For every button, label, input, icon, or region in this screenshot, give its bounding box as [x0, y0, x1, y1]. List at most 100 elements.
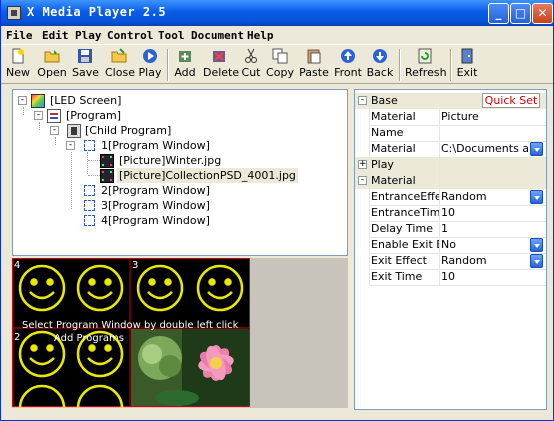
- menu-file[interactable]: File: [6, 29, 33, 42]
- copy-button[interactable]: Copy: [266, 47, 294, 83]
- menu-bar: File Edit Play Control Tool Document Hel…: [1, 26, 553, 44]
- up-arrow-icon: [341, 49, 355, 63]
- play-icon: [143, 49, 157, 63]
- app-window: X Media Player 2.5 _ □ ✕ File Edit Play …: [0, 0, 554, 421]
- program-window-icon: [84, 185, 95, 196]
- collapse-toggle[interactable]: -: [358, 176, 367, 185]
- close-doc-button[interactable]: Close: [105, 47, 135, 83]
- add-button[interactable]: Add: [172, 47, 198, 83]
- tree-line: [55, 137, 56, 145]
- prop-row[interactable]: Delay Time 1: [355, 221, 546, 237]
- delete-button[interactable]: Delete: [203, 47, 239, 83]
- save-button[interactable]: Save: [72, 47, 99, 83]
- row-divider: [369, 285, 546, 286]
- prop-row[interactable]: Enable Exit Eff No: [355, 237, 546, 253]
- led-preview-canvas[interactable]: 4 3 2 Select Program Window by double le…: [12, 258, 348, 408]
- maximize-button[interactable]: □: [510, 3, 531, 24]
- exit-door-icon: [461, 48, 473, 64]
- picture-film-icon: [100, 154, 114, 168]
- front-button[interactable]: Front: [334, 47, 362, 83]
- collapse-toggle[interactable]: -: [34, 111, 43, 120]
- preview-hint-line2: Add Programs: [54, 333, 124, 344]
- toolbar-separator: [167, 49, 169, 81]
- photo-collage: [131, 329, 249, 406]
- close-folder-icon: [111, 48, 127, 63]
- led-screen-icon: [31, 94, 45, 108]
- tree-line: [71, 152, 72, 209]
- indent-divider: [369, 109, 370, 286]
- preview-hint-line1: Select Program Window by double left cli…: [22, 320, 239, 331]
- child-program-icon: [67, 124, 81, 138]
- prop-row[interactable]: Name: [355, 125, 546, 141]
- expand-toggle[interactable]: +: [358, 160, 367, 169]
- category-play[interactable]: + Play: [355, 157, 546, 173]
- new-icon: [12, 48, 24, 64]
- prop-row[interactable]: Exit Effect Random: [355, 253, 546, 269]
- prop-row[interactable]: Material C:\Documents and S: [355, 141, 546, 157]
- paste-button[interactable]: Paste: [299, 47, 329, 83]
- prop-row[interactable]: EntranceEffect Random: [355, 189, 546, 205]
- menu-play[interactable]: Play: [75, 29, 102, 42]
- open-folder-icon: [44, 50, 60, 63]
- delete-icon: [213, 51, 225, 62]
- paste-icon: [307, 49, 321, 64]
- toolbar: New Open Save Close Play Add Delete Cut …: [1, 44, 553, 84]
- cut-button[interactable]: Cut: [241, 47, 261, 83]
- tree-line: [23, 107, 24, 115]
- program-tree[interactable]: - [LED Screen] - [Program] - [Child Prog…: [12, 89, 348, 256]
- menu-control[interactable]: Control: [107, 29, 153, 42]
- property-panel: - Base Quick Set Material Picture Name M…: [354, 89, 547, 410]
- menu-document[interactable]: Document: [191, 29, 244, 42]
- tree-line: [87, 152, 88, 174]
- play-button[interactable]: Play: [138, 47, 162, 83]
- down-arrow-icon: [373, 49, 387, 63]
- window-number-3: 3: [132, 260, 138, 271]
- program-window-icon: [84, 200, 95, 211]
- app-icon: [7, 6, 21, 20]
- window-title: X Media Player 2.5: [27, 5, 167, 19]
- back-button[interactable]: Back: [366, 47, 394, 83]
- toolbar-separator: [450, 49, 452, 81]
- menu-tool[interactable]: Tool: [158, 29, 185, 42]
- minimize-button[interactable]: _: [488, 3, 509, 24]
- tree-line: [88, 160, 100, 161]
- category-material[interactable]: - Material: [355, 173, 546, 189]
- new-button[interactable]: New: [4, 47, 32, 83]
- category-base[interactable]: - Base Quick Set: [355, 93, 546, 109]
- title-bar[interactable]: X Media Player 2.5 _ □ ✕: [1, 0, 553, 26]
- save-disk-icon: [78, 49, 92, 63]
- prop-row[interactable]: Material Picture: [355, 109, 546, 125]
- collapse-toggle[interactable]: -: [66, 141, 75, 150]
- program-window-icon: [84, 215, 95, 226]
- collapse-toggle[interactable]: -: [18, 96, 27, 105]
- add-icon: [179, 51, 191, 62]
- column-divider: [439, 109, 440, 286]
- prop-row[interactable]: Exit Time 10: [355, 269, 546, 285]
- collapse-toggle[interactable]: -: [50, 126, 59, 135]
- led-preview-area[interactable]: 4 3 2 Select Program Window by double le…: [12, 258, 348, 408]
- tree-line: [88, 175, 100, 176]
- window-number-2: 2: [14, 332, 20, 343]
- menu-edit[interactable]: Edit: [42, 29, 69, 42]
- menu-help[interactable]: Help: [247, 29, 274, 42]
- quick-set-button[interactable]: Quick Set: [482, 93, 540, 108]
- refresh-icon: [418, 48, 432, 64]
- scissors-icon: [245, 48, 257, 63]
- prop-row[interactable]: EntranceTime 10: [355, 205, 546, 221]
- dropdown-arrow-icon[interactable]: [530, 238, 543, 252]
- dropdown-arrow-icon[interactable]: [530, 190, 543, 204]
- toolbar-separator: [399, 49, 401, 81]
- exit-button[interactable]: Exit: [456, 47, 478, 83]
- dropdown-arrow-icon[interactable]: [530, 254, 543, 268]
- close-button[interactable]: ✕: [532, 3, 553, 24]
- open-button[interactable]: Open: [37, 47, 67, 83]
- collapse-toggle[interactable]: -: [358, 96, 367, 105]
- picture-film-icon: [100, 169, 114, 183]
- browse-arrow-button[interactable]: [530, 142, 543, 156]
- tree-line: [39, 122, 40, 130]
- copy-icon: [272, 48, 288, 64]
- program-icon: [47, 109, 61, 123]
- program-window-icon: [84, 140, 95, 151]
- window-number-4: 4: [14, 260, 20, 271]
- refresh-button[interactable]: Refresh: [405, 47, 447, 83]
